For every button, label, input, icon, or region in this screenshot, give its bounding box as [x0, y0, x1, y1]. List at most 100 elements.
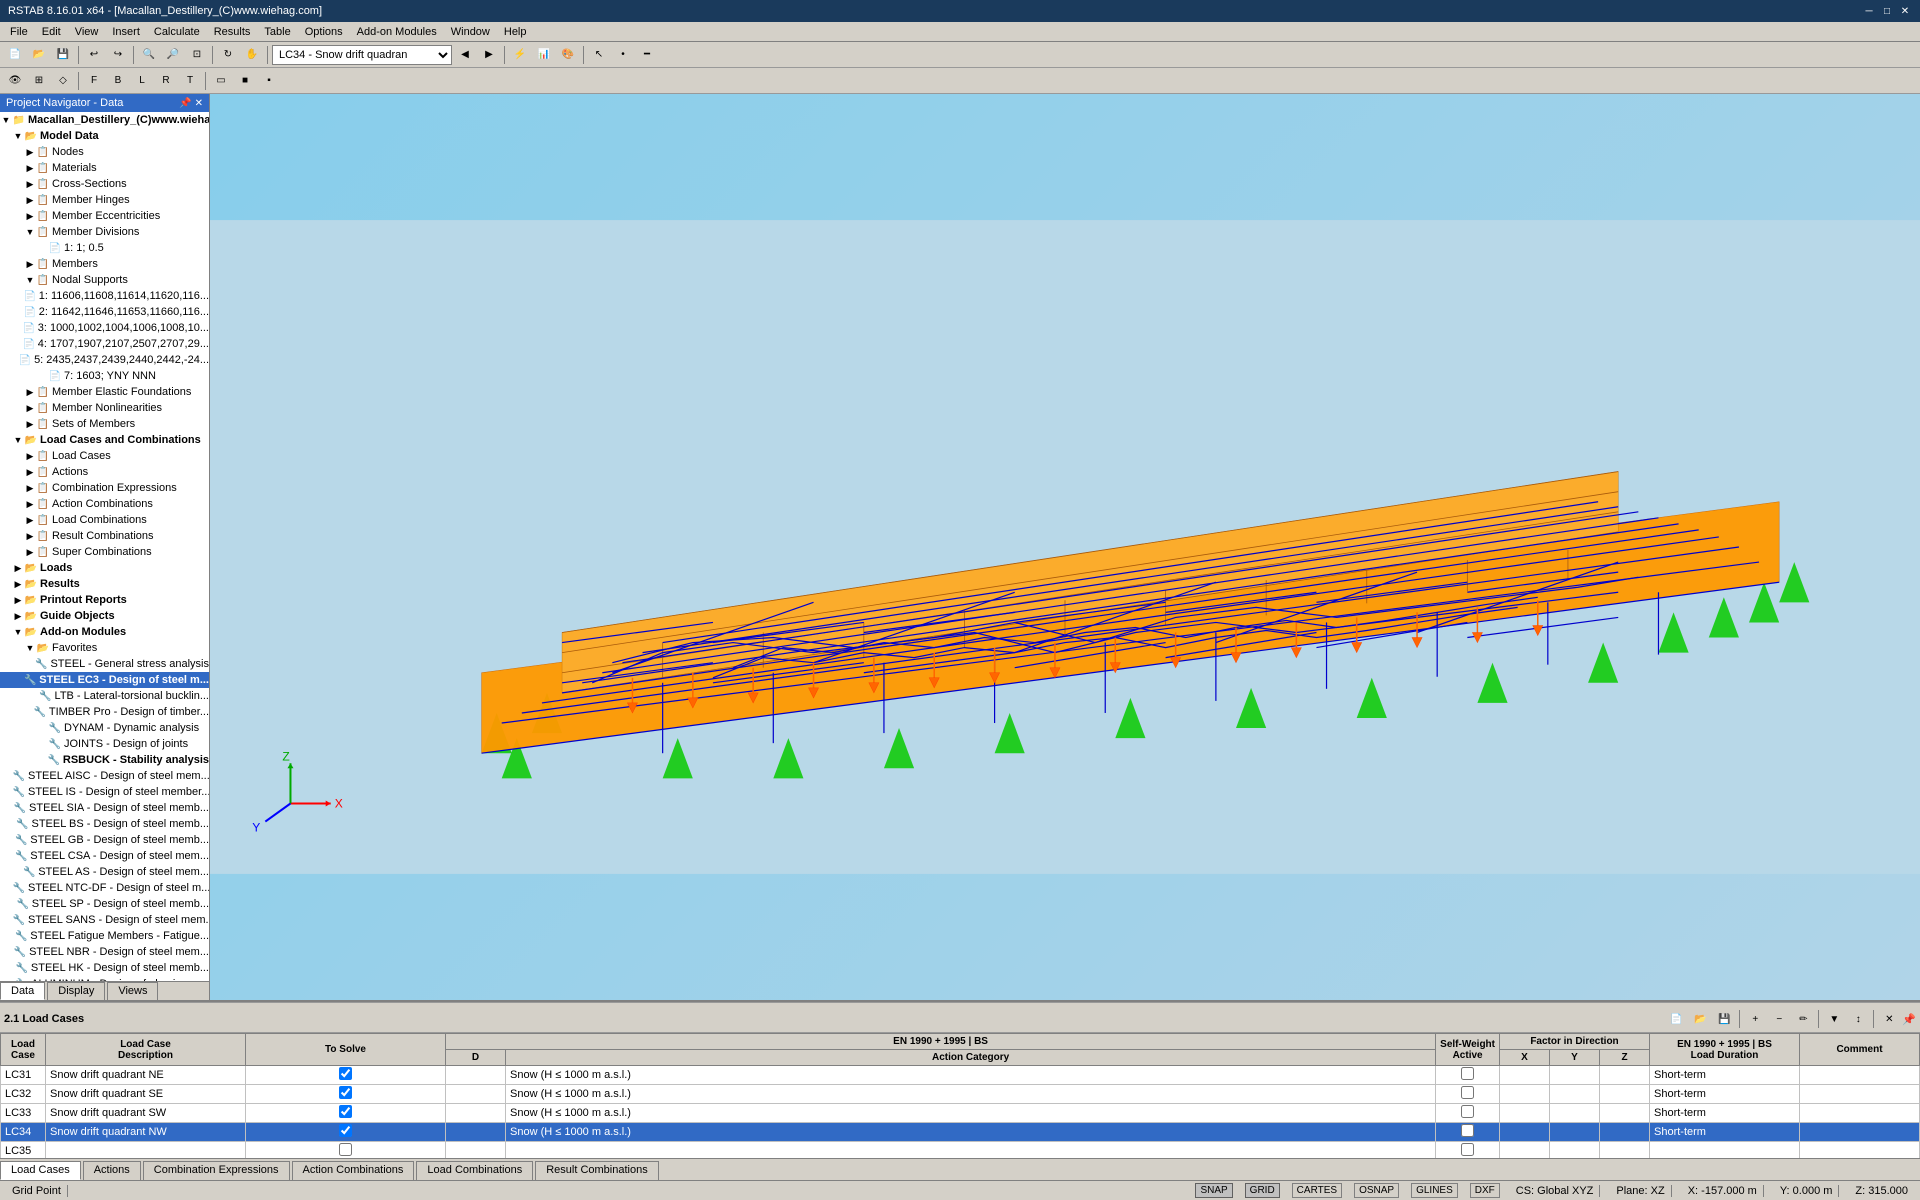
zoom-in-btn[interactable]: 🔍: [138, 44, 160, 66]
select-btn[interactable]: ↖: [588, 44, 610, 66]
tree-expander[interactable]: ▼: [24, 642, 36, 654]
table-add-btn[interactable]: +: [1744, 1008, 1766, 1030]
table-cell[interactable]: Snow drift quadrant NE: [46, 1066, 246, 1085]
tree-item-members[interactable]: ▶📋Members: [0, 256, 209, 272]
table-edit-btn[interactable]: ✏: [1792, 1008, 1814, 1030]
table-close-btn[interactable]: ✕: [1878, 1008, 1900, 1030]
tree-expander[interactable]: ▼: [12, 434, 24, 446]
tree-item-fav-15[interactable]: 🔧STEEL NTC-DF - Design of steel m...: [0, 880, 209, 896]
tree-item-action-combinations[interactable]: ▶📋Action Combinations: [0, 496, 209, 512]
table-cell[interactable]: Snow (H ≤ 1000 m a.s.l.): [506, 1123, 1436, 1142]
tree-expander[interactable]: [2, 850, 14, 862]
front-btn[interactable]: F: [83, 70, 105, 92]
table-cell[interactable]: [246, 1104, 446, 1123]
tree-expander[interactable]: [3, 962, 15, 974]
tree-item-model-data[interactable]: ▼📂Model Data: [0, 128, 209, 144]
right-btn[interactable]: R: [155, 70, 177, 92]
tree-expander[interactable]: [27, 690, 39, 702]
menu-window[interactable]: Window: [445, 24, 496, 40]
table-row[interactable]: LC35: [1, 1142, 1920, 1159]
tree-expander[interactable]: ▶: [24, 546, 36, 558]
table-cell[interactable]: [246, 1066, 446, 1085]
table-cell[interactable]: [506, 1142, 1436, 1159]
table-cell[interactable]: [1800, 1104, 1920, 1123]
tab-load-cases[interactable]: Load Cases: [0, 1161, 81, 1180]
table-checkbox[interactable]: [339, 1067, 352, 1080]
data-table[interactable]: LoadCase Load CaseDescription To Solve E…: [0, 1033, 1920, 1158]
pin-icon[interactable]: 📌: [179, 98, 191, 109]
tree-expander[interactable]: ▶: [24, 498, 36, 510]
tree-item-fav-9[interactable]: 🔧STEEL IS - Design of steel member...: [0, 784, 209, 800]
table-cell[interactable]: [1600, 1142, 1650, 1159]
tree-expander[interactable]: [0, 914, 12, 926]
tree-item-super-combinations[interactable]: ▶📋Super Combinations: [0, 544, 209, 560]
tree-item-fav-20[interactable]: 🔧STEEL HK - Design of steel memb...: [0, 960, 209, 976]
table-checkbox[interactable]: [1461, 1067, 1474, 1080]
table-cell[interactable]: [1550, 1104, 1600, 1123]
grid-btn-status[interactable]: GRID: [1245, 1183, 1280, 1198]
tree-expander[interactable]: [10, 866, 22, 878]
tree-item-result-combinations[interactable]: ▶📋Result Combinations: [0, 528, 209, 544]
tree-expander[interactable]: ▶: [24, 194, 36, 206]
table-checkbox[interactable]: [1461, 1143, 1474, 1156]
save-btn[interactable]: 💾: [52, 44, 74, 66]
table-cell[interactable]: [1600, 1066, 1650, 1085]
tree-item-ns-4[interactable]: 📄4: 1707,1907,2107,2507,2707,29...: [0, 336, 209, 352]
table-cell[interactable]: Short-term: [1650, 1085, 1800, 1104]
solid-btn[interactable]: ■: [234, 70, 256, 92]
tree-expander[interactable]: ▶: [24, 530, 36, 542]
tree-item-load-cases-combinations[interactable]: ▼📂Load Cases and Combinations: [0, 432, 209, 448]
table-cell[interactable]: [1550, 1123, 1600, 1142]
tree-expander[interactable]: ▼: [0, 114, 12, 126]
tree-item-sets-of-members[interactable]: ▶📋Sets of Members: [0, 416, 209, 432]
tree-item-member-div-1[interactable]: 📄1: 1; 0.5: [0, 240, 209, 256]
tree-item-nodal-supports[interactable]: ▼📋Nodal Supports: [0, 272, 209, 288]
table-cell[interactable]: [446, 1142, 506, 1159]
tree-item-results[interactable]: ▶📂Results: [0, 576, 209, 592]
tree-expander[interactable]: ▶: [12, 562, 24, 574]
left-btn[interactable]: L: [131, 70, 153, 92]
tree-expander[interactable]: ▶: [24, 146, 36, 158]
table-cell[interactable]: [1500, 1104, 1550, 1123]
menu-help[interactable]: Help: [498, 24, 533, 40]
table-cell[interactable]: [1600, 1085, 1650, 1104]
tree-expander[interactable]: ▶: [24, 162, 36, 174]
tree-expander[interactable]: [6, 354, 18, 366]
tree-item-fav-11[interactable]: 🔧STEEL BS - Design of steel memb...: [0, 816, 209, 832]
table-cell[interactable]: [1800, 1085, 1920, 1104]
tree-expander[interactable]: [1, 946, 13, 958]
menu-addon[interactable]: Add-on Modules: [351, 24, 443, 40]
osnap-btn[interactable]: OSNAP: [1354, 1183, 1399, 1198]
close-btn[interactable]: ✕: [1898, 4, 1912, 18]
table-cell[interactable]: [1436, 1123, 1500, 1142]
table-cell[interactable]: [446, 1123, 506, 1142]
tree-expander[interactable]: [11, 306, 23, 318]
tree-expander[interactable]: ▶: [12, 610, 24, 622]
panel-pin[interactable]: 📌: [1902, 1013, 1916, 1026]
table-cell[interactable]: [1800, 1066, 1920, 1085]
tree-item-fav-16[interactable]: 🔧STEEL SP - Design of steel memb...: [0, 896, 209, 912]
menu-table[interactable]: Table: [258, 24, 296, 40]
tree-expander[interactable]: [2, 930, 14, 942]
tab-action-combinations[interactable]: Action Combinations: [292, 1161, 415, 1180]
calc-btn[interactable]: ⚡: [509, 44, 531, 66]
tree-item-add-on-modules[interactable]: ▼📂Add-on Modules: [0, 624, 209, 640]
minimize-btn[interactable]: ─: [1862, 4, 1876, 18]
tree-expander[interactable]: ▶: [24, 210, 36, 222]
tree-expander[interactable]: ▶: [24, 466, 36, 478]
member-btn[interactable]: ━: [636, 44, 658, 66]
table-cell[interactable]: [446, 1066, 506, 1085]
tree-expander[interactable]: [0, 786, 12, 798]
tab-result-combinations[interactable]: Result Combinations: [535, 1161, 659, 1180]
table-cell[interactable]: [246, 1142, 446, 1159]
tab-actions[interactable]: Actions: [83, 1161, 141, 1180]
table-cell[interactable]: LC34: [1, 1123, 46, 1142]
tree-expander[interactable]: [35, 754, 47, 766]
zoom-out-btn[interactable]: 🔎: [162, 44, 184, 66]
tree-expander[interactable]: ▶: [24, 178, 36, 190]
tree-expander[interactable]: [4, 818, 16, 830]
tab-combination-expressions[interactable]: Combination Expressions: [143, 1161, 290, 1180]
snap-btn[interactable]: SNAP: [1195, 1183, 1232, 1198]
tree-container[interactable]: ▼📁Macallan_Destillery_(C)www.wiehag.co..…: [0, 112, 209, 981]
table-cell[interactable]: [1436, 1066, 1500, 1085]
